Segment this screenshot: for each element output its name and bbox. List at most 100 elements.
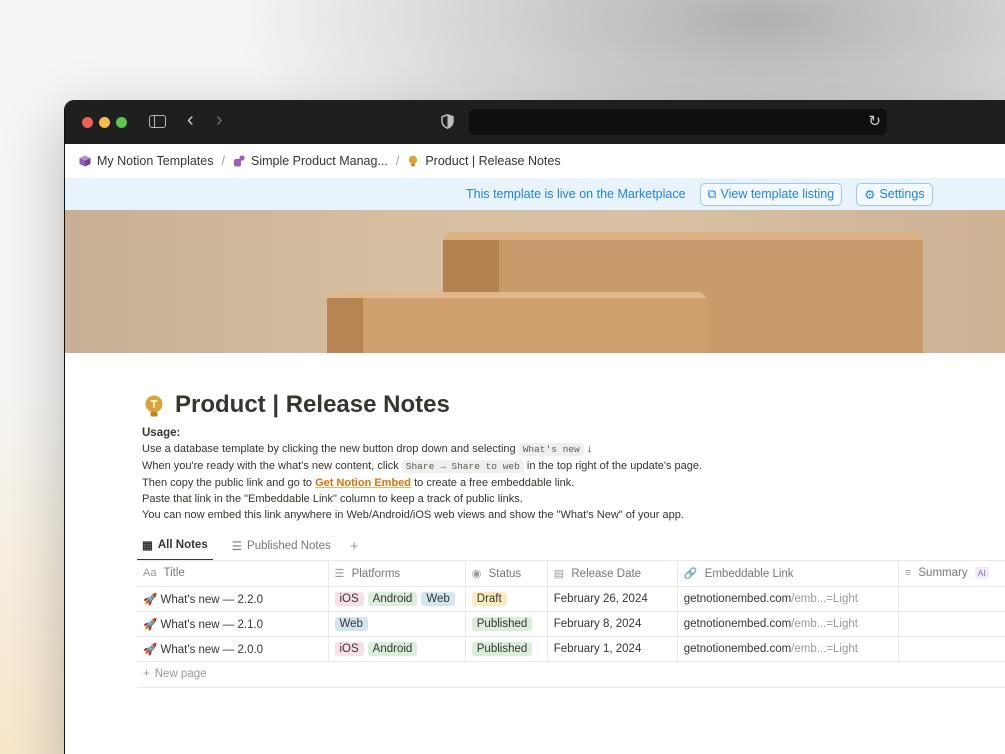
cell-platforms[interactable]: iOS Android — [328, 636, 466, 662]
shapes-icon — [233, 155, 245, 167]
tab-all-notes[interactable]: ▦ All Notes — [137, 532, 213, 561]
inline-code: Share → Share to web — [401, 460, 524, 473]
add-view-icon[interactable]: + — [350, 538, 359, 555]
banner-message: This template is live on the Marketplace — [466, 187, 686, 201]
column-header-status[interactable]: ◉ Status — [465, 561, 548, 587]
table-row[interactable]: 🚀 What's new — 2.1.0 Web Published Febru… — [137, 611, 1005, 637]
breadcrumb-item-release-notes[interactable]: Product | Release Notes — [407, 154, 561, 168]
lightbulb-icon — [409, 155, 418, 167]
cell-status[interactable]: Published — [465, 611, 548, 637]
new-page-row[interactable]: + New page — [137, 661, 1005, 688]
cell-summary[interactable] — [898, 586, 1005, 612]
usage-line-5: You can now embed this link anywhere in … — [142, 509, 684, 521]
list-icon: ☰ — [231, 541, 243, 553]
cell-status[interactable]: Published — [465, 636, 548, 662]
usage-line-3: Then copy the public link and go to Get … — [142, 475, 702, 491]
minimize-window-button[interactable] — [99, 117, 110, 128]
cover-image — [65, 210, 1005, 353]
breadcrumb-item-workspace[interactable]: My Notion Templates — [79, 154, 214, 168]
platform-tag: Web — [334, 616, 368, 631]
column-header-platforms[interactable]: ☰ Platforms — [328, 561, 466, 587]
tab-published-notes[interactable]: ☰ Published Notes — [227, 533, 336, 560]
column-header-title[interactable]: Aa Title — [137, 561, 329, 587]
cube-icon — [79, 155, 91, 167]
get-notion-embed-link[interactable]: Get Notion Embed — [315, 477, 411, 489]
plus-icon: + — [143, 668, 150, 680]
sidebar-toggle-icon[interactable] — [149, 115, 166, 128]
view-tabs: ▦ All Notes ☰ Published Notes + — [137, 532, 359, 561]
column-header-release-date[interactable]: ▤ Release Date — [547, 561, 678, 587]
cell-release-date[interactable]: February 8, 2024 — [547, 611, 678, 637]
column-header-label: Title — [163, 567, 185, 580]
status-badge: Published — [471, 641, 533, 656]
usage-text: Use a database template by clicking the … — [142, 443, 516, 455]
link-path: /emb...=Light — [791, 592, 858, 605]
text-property-icon: Aa — [143, 567, 157, 580]
rocket-icon: 🚀 — [143, 643, 158, 656]
breadcrumb-separator: / — [395, 154, 400, 168]
close-window-button[interactable] — [82, 117, 93, 128]
maximize-window-button[interactable] — [116, 117, 127, 128]
view-template-listing-button[interactable]: ⧉ View template listing — [699, 182, 843, 206]
new-page-label: New page — [154, 668, 207, 680]
row-title: What's new — 2.2.0 — [160, 593, 264, 606]
usage-line-4: Paste that link in the "Embeddable Link"… — [142, 493, 523, 505]
usage-line-1: Use a database template by clicking the … — [142, 441, 702, 458]
ai-badge: AI — [974, 567, 989, 580]
new-page-button[interactable]: + New page — [137, 662, 1005, 687]
cell-platforms[interactable]: Web — [328, 611, 466, 637]
address-bar[interactable]: ↻ — [469, 109, 887, 135]
table-row[interactable]: 🚀 What's new — 2.0.0 iOS Android Publishe… — [137, 636, 1005, 662]
row-title: What's new — 2.0.0 — [160, 643, 264, 656]
tab-label: Published Notes — [247, 540, 331, 552]
marketplace-banner: This template is live on the Marketplace… — [65, 178, 1005, 210]
status-icon: ◉ — [471, 567, 482, 580]
link-path: /emb...=Light — [791, 642, 858, 655]
cell-embeddable-link[interactable]: getnotionembed.com/emb...=Light — [677, 611, 899, 637]
shield-icon[interactable] — [441, 114, 454, 129]
status-badge: Published — [471, 616, 533, 631]
cell-status[interactable]: Draft — [465, 586, 548, 612]
rocket-icon: 🚀 — [143, 618, 158, 631]
column-header-embeddable-link[interactable]: 🔗 Embeddable Link — [677, 561, 899, 587]
link-domain: getnotionembed.com — [683, 617, 792, 630]
breadcrumb: My Notion Templates / Simple Product Man… — [65, 144, 1005, 178]
cell-title[interactable]: 🚀 What's new — 2.0.0 — [137, 636, 329, 662]
link-domain: getnotionembed.com — [683, 642, 792, 655]
back-arrow-icon[interactable]: ‹ — [187, 110, 194, 130]
reload-icon[interactable]: ↻ — [868, 112, 881, 130]
table-header-row: Aa Title ☰ Platforms ◉ Status ▤ Release … — [137, 561, 1005, 587]
cell-platforms[interactable]: iOS Android Web — [328, 586, 466, 612]
breadcrumb-label: Simple Product Manag... — [250, 154, 388, 168]
usage-instructions: Usage: Use a database template by clicki… — [142, 425, 702, 523]
column-header-label: Summary — [918, 567, 968, 580]
platform-tag: Android — [367, 591, 418, 606]
cell-title[interactable]: 🚀 What's new — 2.2.0 — [137, 586, 329, 612]
table-icon: ▦ — [142, 540, 153, 552]
browser-window: ‹ › ↻ My Notion Templates / Simple Produ… — [64, 100, 1005, 754]
cell-embeddable-link[interactable]: getnotionembed.com/emb...=Light — [677, 586, 899, 612]
column-header-summary[interactable]: ≡ Summary AI — [898, 561, 1005, 587]
platform-tag: Web — [421, 591, 455, 606]
cell-release-date[interactable]: February 26, 2024 — [547, 586, 678, 612]
breadcrumb-item-product-management[interactable]: Simple Product Manag... — [233, 154, 388, 168]
settings-label: Settings — [879, 187, 925, 201]
breadcrumb-label: Product | Release Notes — [425, 154, 561, 168]
cell-summary[interactable] — [898, 611, 1005, 637]
cell-embeddable-link[interactable]: getnotionembed.com/emb...=Light — [677, 636, 899, 662]
table-row[interactable]: 🚀 What's new — 2.2.0 iOS Android Web Draft… — [137, 586, 1005, 612]
cell-title[interactable]: 🚀 What's new — 2.1.0 — [137, 611, 329, 637]
settings-button[interactable]: ⚙ Settings — [856, 182, 933, 206]
link-domain: getnotionembed.com — [683, 592, 792, 605]
browser-titlebar: ‹ › ↻ — [65, 100, 1005, 144]
cell-release-date[interactable]: February 1, 2024 — [547, 636, 678, 662]
forward-arrow-icon[interactable]: › — [216, 110, 223, 130]
column-header-label: Release Date — [571, 567, 642, 580]
column-header-label: Status — [488, 567, 522, 580]
usage-text: When you're ready with the what's new co… — [142, 460, 399, 472]
cell-summary[interactable] — [898, 636, 1005, 662]
link-icon: 🔗 — [683, 567, 698, 580]
inline-code: What's new — [518, 443, 584, 456]
lightbulb-icon[interactable] — [144, 395, 164, 419]
column-header-label: Embeddable Link — [704, 567, 794, 580]
